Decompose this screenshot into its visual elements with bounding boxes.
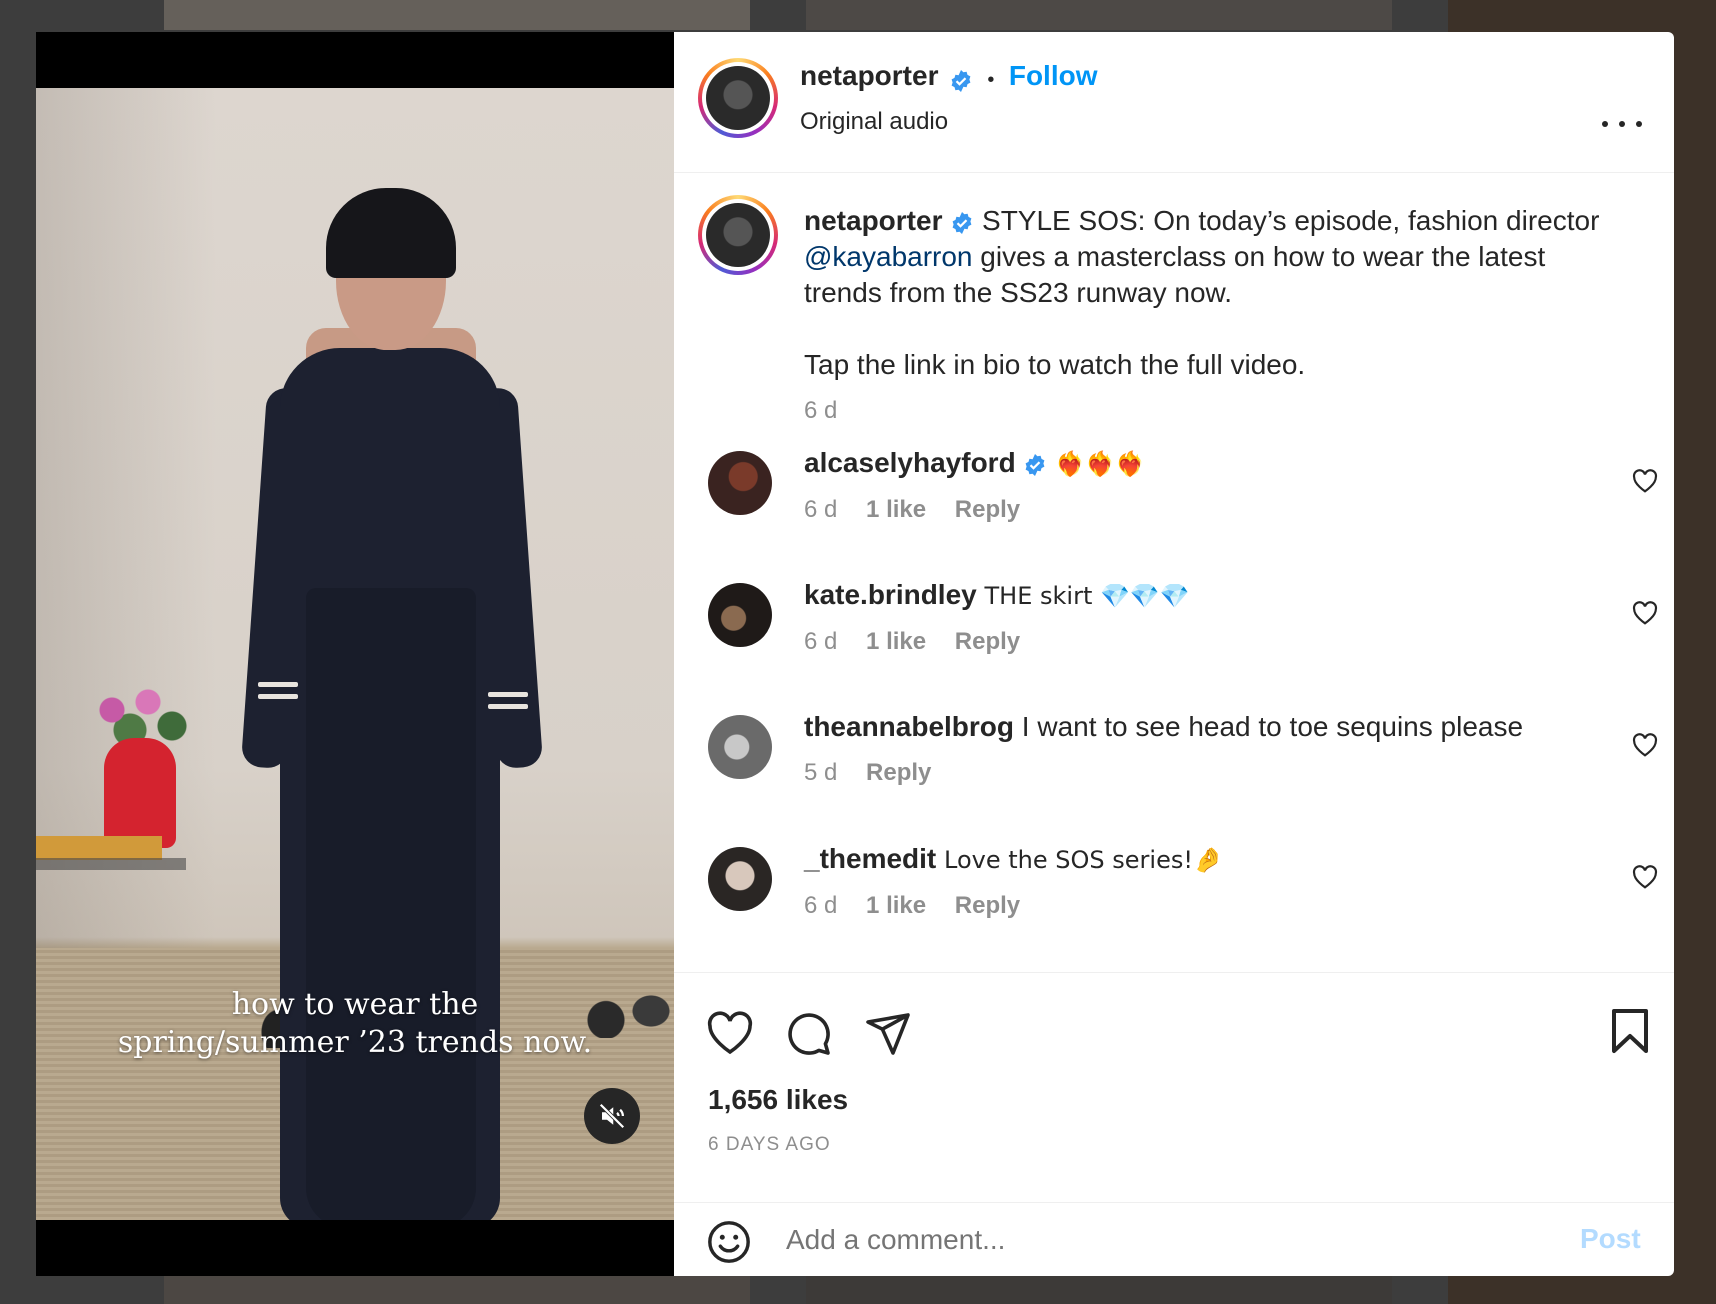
likes-count[interactable]: 1,656 likes	[708, 1084, 848, 1116]
reply-button[interactable]: Reply	[955, 628, 1020, 655]
comment-input[interactable]	[784, 1223, 1508, 1257]
commenter-username[interactable]: theannabelbrog	[804, 711, 1014, 742]
comment-likes-count[interactable]: 1 like	[866, 628, 926, 655]
comment-age[interactable]: 6 d	[804, 892, 837, 919]
caption-age[interactable]: 6 d	[804, 393, 1614, 429]
comment-text: THE skirt 💎💎💎	[984, 582, 1190, 610]
comment-text: Love the SOS series!🤌	[944, 846, 1223, 874]
post-modal: how to wear the spring/summer ’23 trends…	[36, 32, 1674, 1276]
verified-badge-icon	[1026, 453, 1045, 476]
comment-text: ❤️‍🔥❤️‍🔥❤️‍🔥	[1055, 450, 1145, 478]
like-comment-heart-icon[interactable]	[1632, 601, 1658, 625]
like-comment-heart-icon[interactable]	[1632, 733, 1658, 757]
verified-badge-icon	[951, 69, 971, 92]
mute-toggle-button[interactable]	[584, 1088, 640, 1144]
video-frame[interactable]: how to wear the spring/summer ’23 trends…	[36, 88, 674, 1220]
video-caption-line: spring/summer ’23 trends now.	[117, 1025, 593, 1060]
comment-age[interactable]: 6 d	[804, 496, 837, 523]
comment-text: I want to see head to toe sequins please	[1021, 711, 1524, 742]
heart-icon[interactable]	[706, 1011, 754, 1055]
caption-avatar[interactable]	[698, 195, 778, 275]
reply-button[interactable]: Reply	[955, 496, 1020, 523]
video-caption-overlay: how to wear the spring/summer ’23 trends…	[36, 986, 674, 1062]
commenter-avatar[interactable]	[708, 583, 772, 647]
comments-list[interactable]: netaporter STYLE SOS: On today’s episode…	[674, 173, 1674, 971]
more-options-icon[interactable]	[1602, 116, 1642, 132]
reply-button[interactable]: Reply	[866, 759, 931, 786]
comment-likes-count[interactable]: 1 like	[866, 496, 926, 523]
caption-username[interactable]: netaporter	[804, 205, 942, 236]
video-player[interactable]: how to wear the spring/summer ’23 trends…	[36, 32, 674, 1276]
post-comment-button[interactable]: Post	[1580, 1223, 1641, 1255]
muted-speaker-icon	[599, 1103, 625, 1129]
separator-dot: •	[987, 69, 995, 92]
follow-button[interactable]: Follow	[1009, 60, 1098, 91]
commenter-avatar[interactable]	[708, 451, 772, 515]
commenter-username[interactable]: alcaselyhayford	[804, 447, 1016, 478]
commenter-avatar[interactable]	[708, 847, 772, 911]
author-username[interactable]: netaporter	[800, 60, 938, 91]
post-details-panel: netaporter • Follow Original audio netap…	[674, 32, 1674, 1276]
comment-composer: Post	[674, 1202, 1674, 1276]
comment-age[interactable]: 6 d	[804, 628, 837, 655]
audio-link[interactable]: Original audio	[800, 108, 948, 136]
post-date[interactable]: 6 DAYS AGO	[708, 1134, 831, 1156]
comment-icon[interactable]	[784, 1009, 832, 1057]
verified-badge-icon	[952, 211, 972, 234]
video-caption-line: how to wear the	[231, 987, 479, 1022]
reply-button[interactable]: Reply	[955, 892, 1020, 919]
comment-age[interactable]: 5 d	[804, 759, 837, 786]
share-icon[interactable]	[864, 1009, 912, 1057]
commenter-username[interactable]: kate.brindley	[804, 579, 977, 610]
bookmark-icon[interactable]	[1608, 1007, 1652, 1055]
like-comment-heart-icon[interactable]	[1632, 865, 1658, 889]
emoji-icon[interactable]	[706, 1219, 752, 1265]
caption-text: Tap the link in bio to watch the full vi…	[804, 349, 1306, 380]
post-header: netaporter • Follow Original audio	[674, 32, 1674, 173]
comment-likes-count[interactable]: 1 like	[866, 892, 926, 919]
like-comment-heart-icon[interactable]	[1632, 469, 1658, 493]
caption-text: STYLE SOS: On today’s episode, fashion d…	[982, 205, 1600, 236]
author-avatar[interactable]	[698, 58, 778, 138]
commenter-username[interactable]: _themedit	[804, 843, 936, 874]
caption-mention-link[interactable]: @kayabarron	[804, 241, 973, 272]
commenter-avatar[interactable]	[708, 715, 772, 779]
